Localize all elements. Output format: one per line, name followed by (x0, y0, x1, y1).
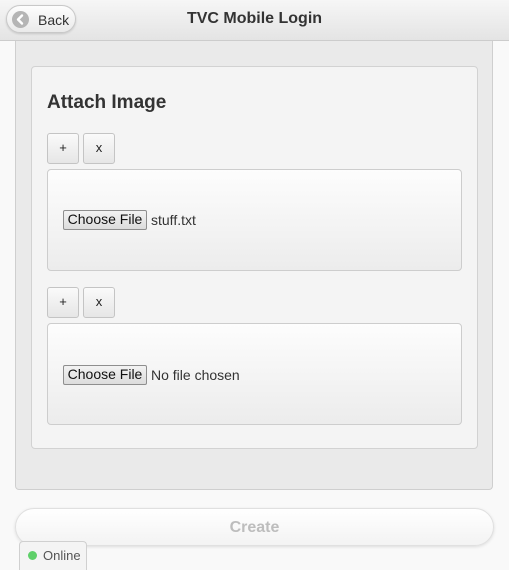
choose-file-button[interactable]: Choose File (63, 365, 147, 385)
header-bar: Back TVC Mobile Login (0, 0, 509, 41)
create-button[interactable]: Create (15, 508, 494, 546)
file-name-label: stuff.txt (151, 212, 196, 228)
status-label: Online (43, 548, 81, 563)
choose-file-button[interactable]: Choose File (63, 210, 147, 230)
status-badge: Online (19, 541, 87, 570)
remove-attachment-button[interactable]: x (83, 287, 115, 318)
add-attachment-button[interactable]: + (47, 133, 79, 164)
page-title: TVC Mobile Login (186, 10, 323, 27)
status-dot-icon (28, 551, 37, 560)
remove-attachment-button[interactable]: x (83, 133, 115, 164)
add-attachment-button[interactable]: + (47, 287, 79, 318)
file-name-label: No file chosen (151, 367, 240, 383)
section-title: Attach Image (47, 92, 167, 113)
